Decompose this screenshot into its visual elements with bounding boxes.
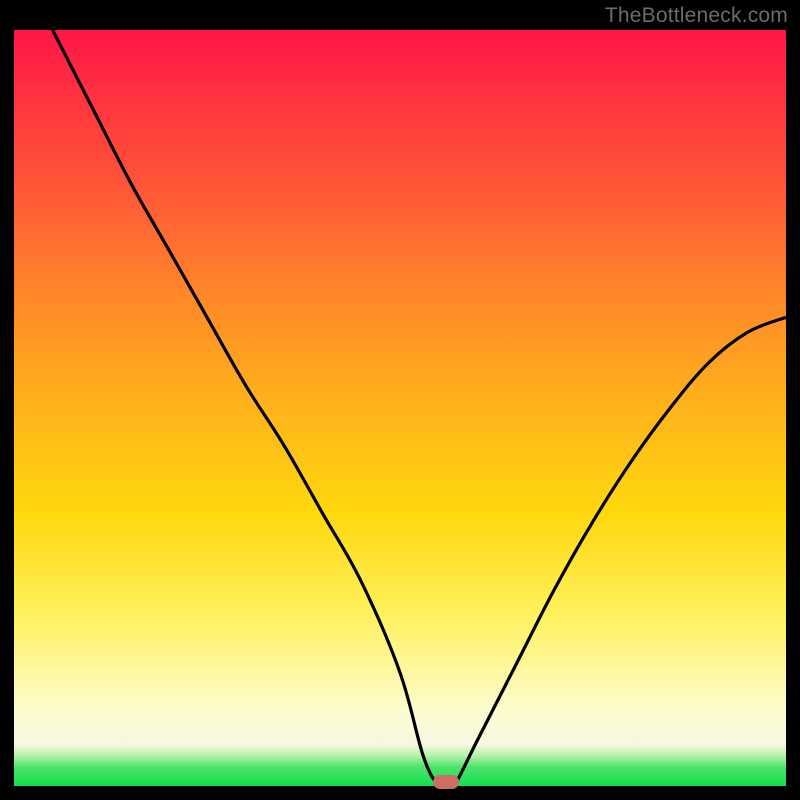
optimum-marker bbox=[433, 775, 459, 789]
chart-frame bbox=[14, 30, 786, 786]
watermark-text: TheBottleneck.com bbox=[605, 4, 788, 28]
background-gradient bbox=[14, 30, 786, 786]
